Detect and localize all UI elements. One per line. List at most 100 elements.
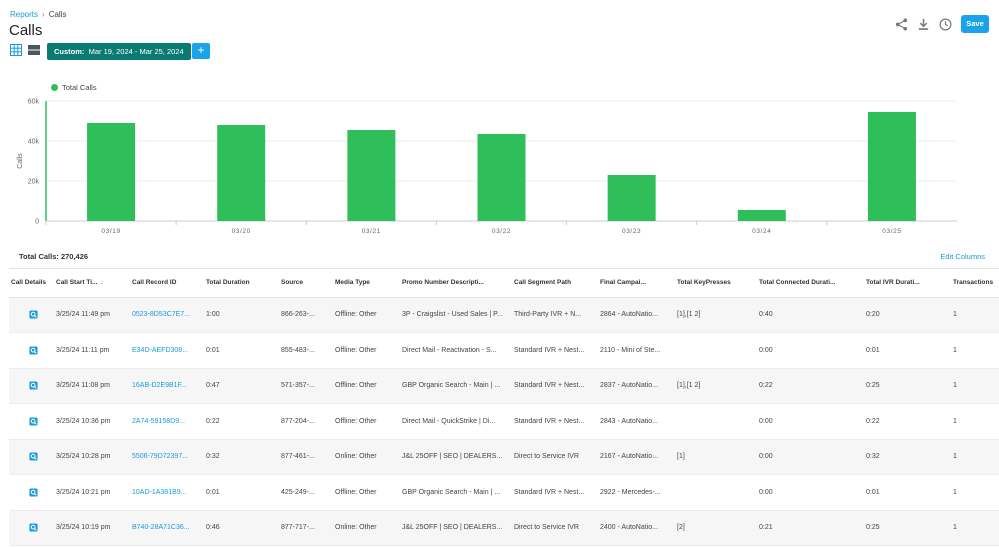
table-row[interactable]: 3/25/24 10:28 pm 5506-79D72397... 0:32 877-…: [9, 439, 999, 475]
chart-bar: [347, 130, 396, 221]
column-header[interactable]: Call Record ID: [130, 269, 204, 298]
call-details-cell[interactable]: [9, 332, 54, 369]
table-cell: 0:01: [204, 474, 279, 511]
table-cell: 3/25/24 10:28 pm: [54, 439, 130, 475]
clock-icon[interactable]: [939, 18, 952, 31]
calls-table: Call Details Call Start Ti... ↓ Call Record…: [9, 268, 999, 546]
column-header[interactable]: Final Campai...: [598, 269, 675, 298]
call-details-icon[interactable]: [29, 346, 38, 355]
call-record-id-link[interactable]: 2A74-59158D9...: [130, 403, 204, 440]
table-row[interactable]: 3/25/24 11:49 pm 0523-8D53C7E7... 1:00 866-…: [9, 297, 999, 333]
share-icon[interactable]: [895, 17, 908, 31]
call-details-cell[interactable]: [9, 403, 54, 440]
table-cell: 3/25/24 11:49 pm: [54, 297, 130, 333]
table-row[interactable]: 3/25/24 10:19 pm B740-28A71C36... 0:46 877-…: [9, 510, 999, 546]
table-cell: Direct to Service IVR: [512, 439, 598, 475]
table-cell: 3/25/24 11:08 pm: [54, 368, 130, 404]
table-cell: 2843 - AutoNatio...: [598, 403, 675, 440]
column-header[interactable]: Total Duration: [204, 269, 279, 298]
table-cell: 3/25/24 10:36 pm: [54, 403, 130, 440]
table-row[interactable]: 3/25/24 10:21 pm 10AD-1A381B9... 0:01 425-2…: [9, 474, 999, 511]
legend-swatch: [51, 84, 58, 91]
grid-view-icon[interactable]: [10, 44, 22, 56]
column-header[interactable]: Total IVR Durati...: [864, 269, 951, 298]
table-cell: 3P - Craigslist - Used Sales | P...: [400, 297, 512, 333]
call-details-icon[interactable]: [29, 310, 38, 319]
call-details-icon[interactable]: [29, 381, 38, 390]
save-button[interactable]: Save: [961, 15, 989, 33]
list-view-icon[interactable]: [28, 44, 40, 56]
download-icon[interactable]: [917, 18, 930, 31]
table-row[interactable]: 3/25/24 10:36 pm 2A74-59158D9... 0:22 877-2…: [9, 403, 999, 440]
call-record-id-link[interactable]: B740-28A71C36...: [130, 510, 204, 546]
call-record-id-link[interactable]: 10AD-1A381B9...: [130, 474, 204, 511]
call-details-cell[interactable]: [9, 368, 54, 404]
column-header-label: Source: [281, 279, 304, 287]
call-record-id-link[interactable]: E34D-AEFD308...: [130, 332, 204, 369]
table-cell: 0:47: [204, 368, 279, 404]
y-tick-label: 0: [35, 219, 39, 226]
call-record-id-link[interactable]: 0523-8D53C7E7...: [130, 297, 204, 333]
table-cell: 0:22: [204, 403, 279, 440]
table-cell: Standard IVR + Nest...: [512, 332, 598, 369]
table-cell: 1: [951, 368, 999, 404]
table-cell: 0:22: [864, 403, 951, 440]
table-cell: 1: [951, 403, 999, 440]
x-tick-label: 03/25: [882, 228, 901, 235]
date-range-value: Mar 19, 2024 - Mar 25, 2024: [88, 47, 184, 56]
column-header-label: Total IVR Durati...: [866, 279, 920, 287]
table-cell: [1]: [675, 439, 757, 475]
call-details-icon[interactable]: [29, 523, 38, 532]
call-details-icon[interactable]: [29, 488, 38, 497]
date-range-button[interactable]: Custom: Mar 19, 2024 - Mar 25, 2024: [47, 43, 191, 60]
table-cell: 0:01: [204, 332, 279, 369]
table-cell: 0:00: [757, 403, 864, 440]
call-record-id-link[interactable]: 16AB-D2E9B1F...: [130, 368, 204, 404]
table-cell: 0:20: [864, 297, 951, 333]
add-filter-button[interactable]: +: [192, 43, 210, 59]
table-row[interactable]: 3/25/24 11:08 pm 16AB-D2E9B1F... 0:47 571-3…: [9, 368, 999, 404]
call-details-cell[interactable]: [9, 510, 54, 546]
call-details-cell[interactable]: [9, 439, 54, 475]
table-cell: 0:25: [864, 510, 951, 546]
column-header-label: Total Duration: [206, 279, 250, 287]
table-cell: [1],[1 2]: [675, 297, 757, 333]
table-cell: 877-461-...: [279, 439, 333, 475]
call-details-cell[interactable]: [9, 474, 54, 511]
table-cell: 1:00: [204, 297, 279, 333]
top-actions: Save: [895, 15, 989, 33]
column-header[interactable]: Call Segment Path: [512, 269, 598, 298]
table-cell: 425-249-...: [279, 474, 333, 511]
column-header[interactable]: Total KeyPresses: [675, 269, 757, 298]
date-range-prefix: Custom:: [54, 47, 85, 56]
total-calls-summary: Total Calls: 270,426: [19, 252, 89, 261]
table-cell: 0:01: [864, 332, 951, 369]
table-cell: 0:22: [757, 368, 864, 404]
column-header[interactable]: Call Start Ti... ↓: [54, 269, 130, 298]
table-cell: Online: Other: [333, 439, 400, 475]
table-cell: Offline: Other: [333, 474, 400, 511]
column-header[interactable]: Promo Number Descripti...: [400, 269, 512, 298]
chart-bar: [737, 210, 786, 221]
column-header[interactable]: Total Connected Durati...: [757, 269, 864, 298]
column-header[interactable]: Transactions: [951, 269, 999, 298]
call-details-icon[interactable]: [29, 417, 38, 426]
edit-columns-link[interactable]: Edit Columns: [940, 252, 985, 261]
call-record-id-link[interactable]: 5506-79D72397...: [130, 439, 204, 475]
table-cell: 877-717-...: [279, 510, 333, 546]
breadcrumb-reports-link[interactable]: Reports: [10, 10, 38, 19]
call-details-cell[interactable]: [9, 297, 54, 333]
column-header[interactable]: Call Details: [9, 269, 54, 298]
call-details-icon[interactable]: [29, 452, 38, 461]
x-tick-label: 03/20: [232, 228, 251, 235]
column-header-label: Call Details: [11, 279, 47, 287]
column-header-label: Transactions: [953, 279, 994, 287]
arrow-down-icon[interactable]: ↓: [100, 279, 103, 286]
column-header-label: Total KeyPresses: [677, 279, 731, 287]
table-cell: 0:00: [757, 439, 864, 475]
breadcrumb-current: Calls: [48, 10, 67, 19]
column-header[interactable]: Source: [279, 269, 333, 298]
column-header[interactable]: Media Type: [333, 269, 400, 298]
table-cell: Standard IVR + Nest...: [512, 474, 598, 511]
table-row[interactable]: 3/25/24 11:11 pm E34D-AEFD308... 0:01 855-4…: [9, 332, 999, 369]
